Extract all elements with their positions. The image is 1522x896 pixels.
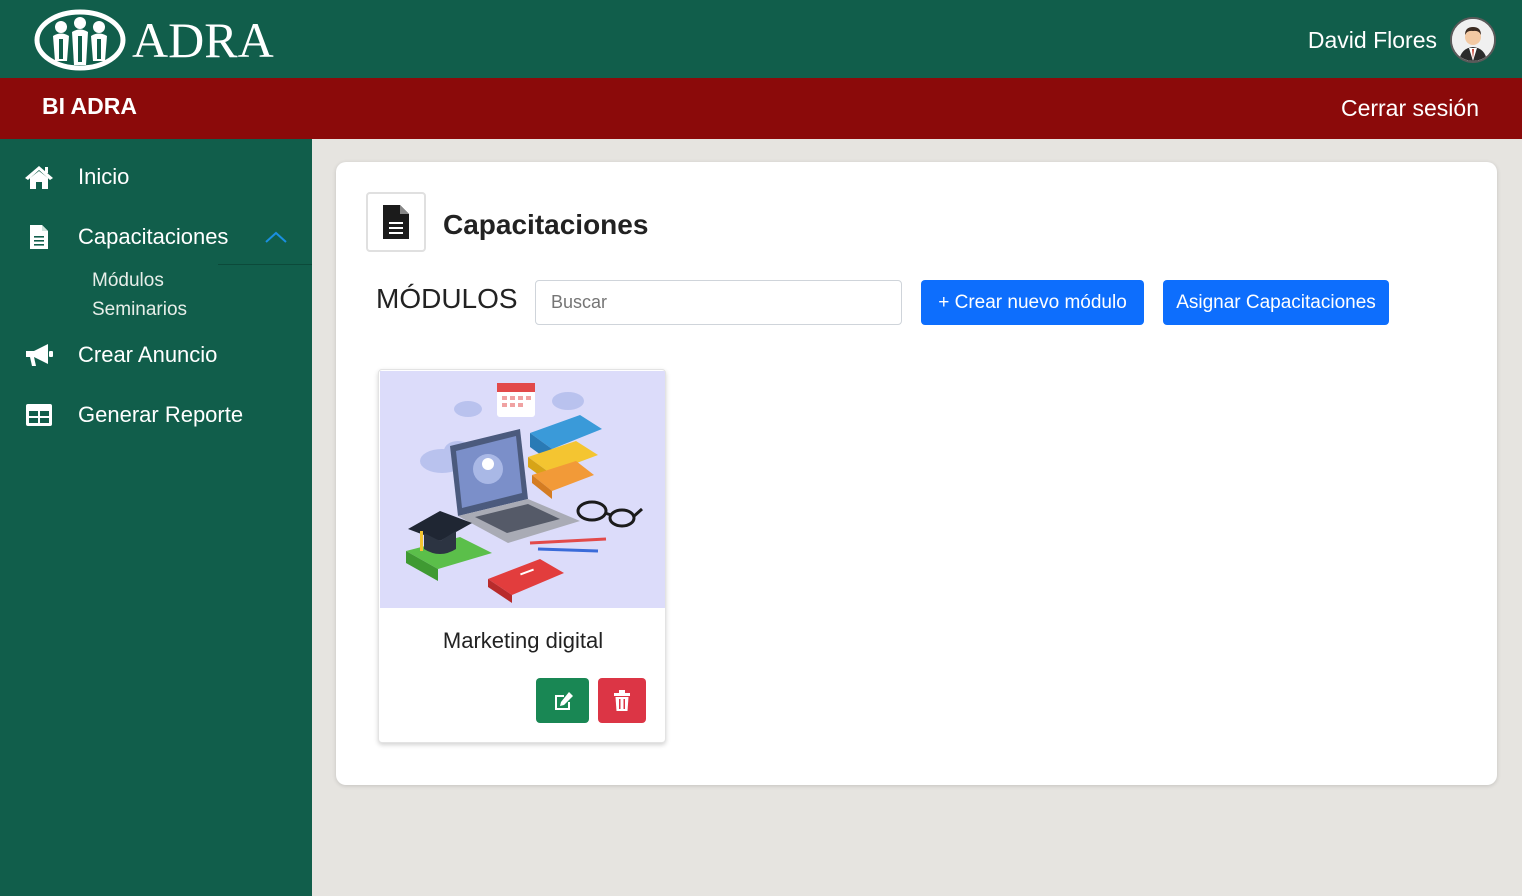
avatar[interactable] (1450, 17, 1496, 63)
logout-link[interactable]: Cerrar sesión (1341, 95, 1479, 122)
table-icon (24, 401, 54, 429)
sidebar: Inicio Capacitaciones Módulos Seminarios (0, 139, 312, 896)
create-module-button[interactable]: + Crear nuevo módulo (921, 280, 1144, 325)
sidebar-item-label: Capacitaciones (78, 224, 229, 249)
page-title: Capacitaciones (443, 209, 649, 240)
edit-button[interactable] (536, 678, 589, 723)
edit-icon (554, 691, 573, 710)
home-icon (24, 163, 54, 191)
megaphone-icon (24, 341, 54, 369)
app-brand[interactable]: BI ADRA (42, 93, 137, 120)
sidebar-item-crear-anuncio[interactable]: Crear Anuncio (0, 330, 312, 380)
sidebar-item-inicio[interactable]: Inicio (0, 152, 312, 202)
sidebar-item-generar-reporte[interactable]: Generar Reporte (0, 390, 312, 440)
document-icon (383, 205, 409, 239)
adra-logo[interactable]: ADRA (34, 8, 274, 72)
main-panel: Capacitaciones MÓDULOS + Crear nuevo mód… (336, 162, 1497, 785)
sidebar-subitem-modulos[interactable]: Módulos (92, 270, 164, 292)
sidebar-item-capacitaciones[interactable]: Capacitaciones (0, 212, 312, 262)
sub-header: BI ADRA Cerrar sesión (0, 78, 1522, 139)
page-icon-box (366, 192, 426, 252)
user-avatar-icon (1452, 19, 1494, 61)
module-title: Marketing digital (442, 628, 604, 653)
sidebar-item-label: Crear Anuncio (78, 342, 218, 367)
adra-logo-icon (34, 9, 126, 71)
logo-text: ADRA (132, 12, 274, 68)
chevron-up-icon[interactable] (264, 230, 288, 244)
sidebar-subitem-seminarios[interactable]: Seminarios (92, 299, 187, 321)
trash-icon (614, 690, 630, 711)
module-image (380, 371, 665, 608)
delete-button[interactable] (598, 678, 646, 723)
divider (218, 264, 312, 265)
section-label: MÓDULOS (376, 283, 518, 314)
sidebar-item-label: Generar Reporte (78, 402, 244, 427)
user-name[interactable]: David Flores (1308, 27, 1437, 54)
assign-trainings-button[interactable]: Asignar Capacitaciones (1163, 280, 1389, 325)
module-card[interactable]: Marketing digital (378, 369, 666, 743)
search-input[interactable] (535, 280, 902, 325)
document-icon (24, 223, 54, 251)
sidebar-item-label: Inicio (78, 164, 130, 189)
online-education-illustration (380, 371, 665, 608)
top-header: ADRA David Flores (0, 0, 1522, 78)
